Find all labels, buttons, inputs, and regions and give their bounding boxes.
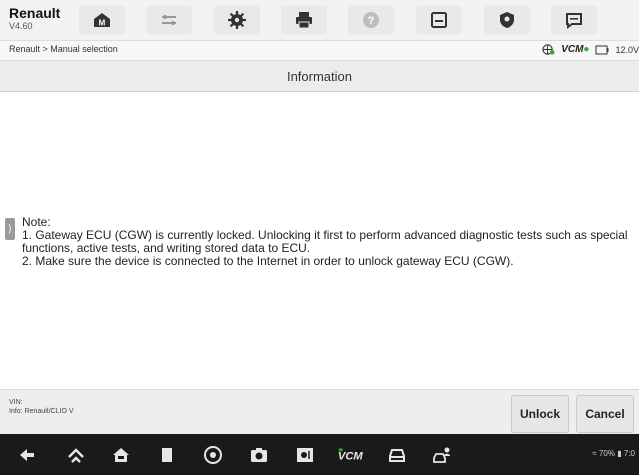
svg-text:M: M <box>99 19 106 28</box>
information-content: ⟩ Note: 1. Gateway ECU (CGW) is currentl… <box>0 92 639 388</box>
brightness-icon <box>297 448 313 462</box>
vehicle-swap-icon <box>162 15 176 25</box>
network-globe-icon <box>542 44 555 55</box>
note-line-1: 1. Gateway ECU (CGW) is currently locked… <box>22 228 628 255</box>
vehicle-swap-button[interactable] <box>146 6 192 34</box>
battery-icon: ▮ <box>617 449 622 458</box>
settings-gear-icon <box>228 11 246 29</box>
breadcrumb: Renault > Manual selection <box>9 44 118 54</box>
vcm-label: VCM <box>561 44 584 55</box>
vcm-manager-button[interactable]: VCM <box>335 444 365 466</box>
house-icon <box>113 448 129 462</box>
printer-icon <box>296 12 312 29</box>
vcm-status: VCM● <box>561 44 589 55</box>
vehicle-info-label: Info: Renault/CLIO V <box>9 408 74 415</box>
print-button[interactable] <box>281 6 327 34</box>
breadcrumb-bar: Renault > Manual selection VCM● 12.0V <box>0 41 639 61</box>
recent-apps-icon <box>162 448 172 462</box>
car-icon <box>389 449 405 462</box>
browser-button[interactable] <box>202 444 224 466</box>
back-arrow-icon <box>20 449 34 461</box>
voltage-readout: 12.0V <box>615 44 639 55</box>
settings-button[interactable] <box>214 6 260 34</box>
camera-button[interactable] <box>248 444 270 466</box>
svg-text:?: ? <box>368 15 375 27</box>
top-toolbar: Renault V4.60 M ? <box>0 0 639 41</box>
help-button[interactable]: ? <box>348 6 394 34</box>
shield-location-icon <box>500 12 514 28</box>
browser-icon <box>204 446 222 464</box>
home-m-icon: M <box>94 13 110 28</box>
vehicle-info: VIN: Info: Renault/CLIO V <box>9 398 74 416</box>
app-brand: Renault V4.60 <box>9 5 60 32</box>
status-area: VCM● 12.0V <box>542 43 639 56</box>
message-icon <box>566 13 582 29</box>
unlock-button[interactable]: Unlock <box>511 395 569 433</box>
help-icon: ? <box>363 12 379 28</box>
home-nav-button[interactable] <box>65 444 87 466</box>
battery-percent: 70% <box>598 449 615 458</box>
vcm-icon: VCM <box>338 448 364 463</box>
wifi-icon: ≈ <box>592 449 597 458</box>
camera-icon <box>251 448 267 462</box>
clock: 7:0 <box>623 449 635 458</box>
back-button[interactable] <box>16 444 38 466</box>
note-text: Note: 1. Gateway ECU (CGW) is currently … <box>22 216 630 268</box>
save-icon <box>431 12 447 28</box>
shield-location-button[interactable] <box>484 6 530 34</box>
information-title-bar: Information <box>0 61 639 92</box>
remote-support-button[interactable] <box>431 444 453 466</box>
system-navigation-bar: VCM ≈ 70% ▮ 7:0 <box>0 434 639 475</box>
svg-text:VCM: VCM <box>338 451 364 463</box>
cancel-button[interactable]: Cancel <box>576 395 634 433</box>
recent-apps-button[interactable] <box>156 444 178 466</box>
system-status: ≈ 70% ▮ 7:0 <box>592 449 635 458</box>
footer-bar: VIN: Info: Renault/CLIO V Unlock Cancel <box>0 389 639 434</box>
note-line-2: 2. Make sure the device is connected to … <box>22 254 514 268</box>
app-version: V4.60 <box>9 21 33 31</box>
home-chevron-icon <box>68 448 84 463</box>
vin-label: VIN: <box>9 399 23 406</box>
panel-title: Information <box>286 68 353 84</box>
save-button[interactable] <box>416 6 462 34</box>
battery-voltage-icon <box>595 45 609 54</box>
maxisys-home-button[interactable] <box>110 444 132 466</box>
vehicle-button[interactable] <box>386 444 408 466</box>
app-title: Renault <box>9 5 61 21</box>
side-expand-tab[interactable]: ⟩ <box>5 218 15 240</box>
display-brightness-button[interactable] <box>294 444 316 466</box>
car-user-icon <box>433 447 450 463</box>
vcm-connected-icon: ● <box>583 44 590 55</box>
home-button[interactable]: M <box>79 6 125 34</box>
message-button[interactable] <box>551 6 597 34</box>
